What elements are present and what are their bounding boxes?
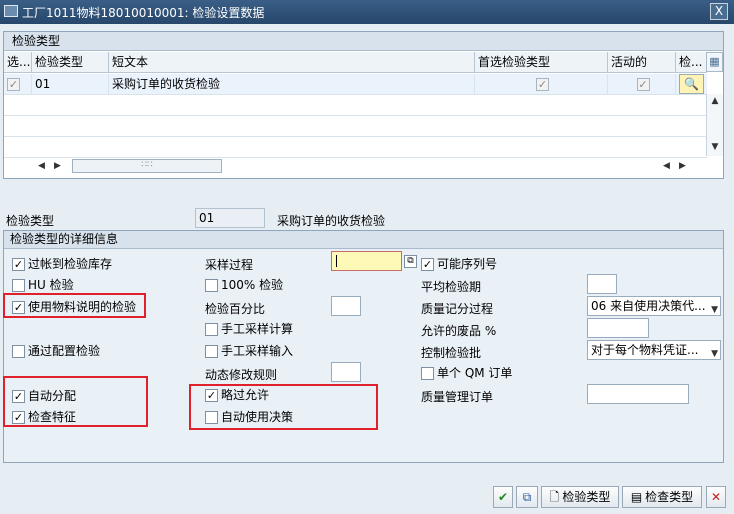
sampling-procedure-field[interactable] bbox=[331, 251, 402, 271]
highlight-box bbox=[189, 384, 378, 430]
table-settings-icon[interactable]: ▦ bbox=[706, 52, 723, 72]
delete-row-icon: ▤ bbox=[630, 490, 643, 504]
column-header-select[interactable]: 选... bbox=[4, 52, 32, 72]
chevron-down-icon: ▼ bbox=[711, 349, 718, 359]
scroll-left-icon[interactable]: ◀ bbox=[38, 161, 45, 171]
window-title: 工厂1011物料18010010001: 检验设置数据 bbox=[22, 6, 265, 20]
insp-by-config-checkbox[interactable]: 通过配置检验 bbox=[12, 342, 100, 360]
qm-order-field[interactable] bbox=[587, 384, 689, 404]
table-row bbox=[4, 116, 707, 137]
row-text-cell: 采购订单的收货检验 bbox=[109, 74, 475, 94]
manual-sample-calc-checkbox[interactable]: 手工采样计算 bbox=[205, 320, 293, 338]
highlight-box bbox=[3, 293, 146, 318]
scroll-right-icon[interactable]: ▶ bbox=[54, 161, 61, 171]
allowed-scrap-label: 允许的废品 % bbox=[421, 324, 497, 338]
table-row bbox=[4, 95, 707, 116]
single-qm-order-checkbox[interactable]: 单个 QM 订单 bbox=[421, 364, 512, 382]
post-to-insp-stock-checkbox[interactable]: ✓ 过帐到检验库存 bbox=[12, 255, 112, 273]
scroll-thumb[interactable]: ∷∷ bbox=[72, 159, 222, 173]
dynamic-rule-field[interactable] bbox=[331, 362, 361, 382]
details-section-title: 检验类型的详细信息 bbox=[4, 231, 723, 249]
cancel-button[interactable]: ✕ bbox=[706, 486, 726, 508]
horizontal-scrollbar[interactable]: ◀ ▶ ∷∷ ◀ ▶ bbox=[38, 158, 688, 176]
chevron-down-icon: ▼ bbox=[711, 305, 718, 315]
copy-button[interactable]: ⧉ bbox=[516, 486, 538, 508]
column-header-short-text[interactable]: 短文本 bbox=[109, 52, 475, 72]
column-header-active[interactable]: 活动的 bbox=[608, 52, 676, 72]
column-header-preferred[interactable]: 首选检验类型 bbox=[475, 52, 608, 72]
hu-inspection-checkbox[interactable]: HU 检验 bbox=[12, 276, 74, 294]
insp-type-label: 检验类型 bbox=[6, 214, 55, 228]
close-icon: ✕ bbox=[710, 490, 722, 504]
avg-duration-label: 平均检验期 bbox=[421, 280, 482, 294]
vertical-scrollbar[interactable]: ▲ ▼ bbox=[706, 94, 723, 156]
row-select-checkbox[interactable]: ✓ bbox=[7, 78, 20, 91]
row-type-cell: 01 bbox=[32, 74, 109, 94]
quality-score-label: 质量记分过程 bbox=[421, 302, 494, 316]
dynamic-rule-label: 动态修改规则 bbox=[205, 368, 278, 382]
scroll-up-icon[interactable]: ▲ bbox=[707, 96, 723, 106]
sampling-procedure-label: 采样过程 bbox=[205, 258, 254, 272]
table-header: 选... 检验类型 短文本 首选检验类型 活动的 检... bbox=[4, 52, 707, 73]
manual-sample-entry-checkbox[interactable]: 手工采样输入 bbox=[205, 342, 293, 360]
hundred-pct-checkbox[interactable]: 100% 检验 bbox=[205, 276, 283, 294]
insp-pct-label: 检验百分比 bbox=[205, 302, 266, 316]
insp-type-description: 采购订单的收货检验 bbox=[277, 214, 386, 228]
insp-type-button[interactable]: 🗋 检验类型 bbox=[541, 486, 619, 508]
table-row[interactable]: ✓ 01 采购订单的收货检验 ✓ ✓ bbox=[4, 74, 707, 95]
check-type-button[interactable]: ▤ 检查类型 bbox=[622, 486, 702, 508]
row-preferred-checkbox[interactable]: ✓ bbox=[536, 78, 549, 91]
close-button[interactable]: X bbox=[710, 3, 728, 20]
document-icon: 🗋 bbox=[549, 490, 560, 504]
serial-numbers-checkbox[interactable]: ✓ 可能序列号 bbox=[421, 255, 497, 273]
button-bar: ✔ ⧉ 🗋 检验类型 ▤ 检查类型 ✕ bbox=[0, 478, 734, 514]
control-lot-label: 控制检验批 bbox=[421, 346, 482, 360]
control-lot-dropdown[interactable]: 对于每个物料凭证... ▼ bbox=[587, 340, 721, 360]
row-active-checkbox[interactable]: ✓ bbox=[636, 78, 650, 91]
scroll-left-end-icon[interactable]: ◀ bbox=[663, 161, 670, 171]
scroll-down-icon[interactable]: ▼ bbox=[707, 142, 723, 152]
window-icon bbox=[4, 5, 18, 17]
window-titlebar: 工厂1011物料18010010001: 检验设置数据 X bbox=[0, 0, 734, 24]
insp-pct-field[interactable] bbox=[331, 296, 361, 316]
table-row bbox=[4, 137, 707, 158]
column-header-insp[interactable]: 检... bbox=[676, 52, 707, 72]
avg-duration-field[interactable] bbox=[587, 274, 617, 294]
copy-icon[interactable]: ⧉ bbox=[404, 255, 417, 268]
search-icon[interactable]: 🔍 bbox=[679, 74, 704, 94]
inspection-type-table: 检验类型 选... 检验类型 短文本 首选检验类型 活动的 检... ▦ ✓ 0… bbox=[3, 31, 724, 179]
qm-order-label: 质量管理订单 bbox=[421, 390, 494, 404]
allowed-scrap-field[interactable] bbox=[587, 318, 649, 338]
scroll-right-end-icon[interactable]: ▶ bbox=[679, 161, 686, 171]
highlight-box bbox=[3, 376, 148, 427]
confirm-button[interactable]: ✔ bbox=[493, 486, 513, 508]
quality-score-dropdown[interactable]: 06 来自使用决策代... ▼ bbox=[587, 296, 721, 316]
copy-icon: ⧉ bbox=[522, 490, 532, 504]
table-pane-title: 检验类型 bbox=[4, 32, 723, 51]
column-header-type[interactable]: 检验类型 bbox=[32, 52, 109, 72]
insp-type-field[interactable]: 01 bbox=[195, 208, 265, 228]
checkmark-icon: ✔ bbox=[497, 490, 509, 504]
